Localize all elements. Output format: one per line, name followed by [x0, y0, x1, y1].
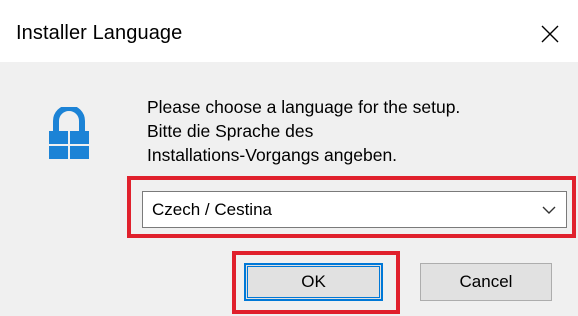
- ok-button-label: OK: [301, 272, 326, 291]
- instruction-text: Please choose a language for the setup. …: [147, 95, 567, 167]
- chevron-down-icon: [542, 206, 556, 214]
- title-bar: Installer Language: [0, 6, 578, 62]
- close-button[interactable]: [522, 6, 578, 62]
- instruction-line-1: Please choose a language for the setup.: [147, 97, 461, 117]
- cancel-button-label: Cancel: [459, 272, 513, 291]
- instruction-line-3: Installations-Vorgangs angeben.: [147, 145, 398, 165]
- instruction-line-2: Bitte die Sprache des: [147, 121, 314, 141]
- ok-button[interactable]: OK: [244, 263, 383, 301]
- dialog-body: Please choose a language for the setup. …: [0, 62, 578, 316]
- lock-icon: [49, 107, 89, 159]
- language-select[interactable]: Czech / Cestina: [142, 191, 567, 228]
- window-title: Installer Language: [16, 22, 183, 44]
- language-select-value: Czech / Cestina: [152, 200, 272, 219]
- cancel-button[interactable]: Cancel: [420, 263, 552, 301]
- close-icon: [541, 25, 559, 43]
